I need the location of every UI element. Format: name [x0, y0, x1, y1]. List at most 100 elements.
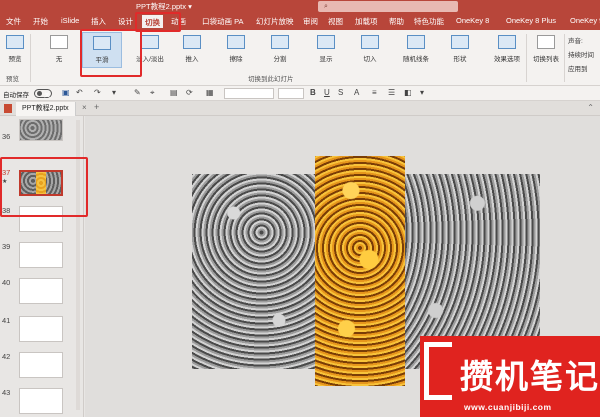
highlight-box-morph	[80, 29, 142, 77]
title-bar: PPT教程2.pptx ▾ ⌕	[0, 0, 600, 13]
sound-label[interactable]: 声音:	[568, 35, 583, 45]
save-icon[interactable]: ▣	[62, 88, 70, 97]
tab-onekey8[interactable]: OneKey 8	[456, 16, 489, 25]
effect-options-icon	[498, 35, 516, 49]
tab-design[interactable]: 设计	[118, 16, 133, 27]
ppt-file-icon	[4, 104, 12, 113]
format-painter-icon[interactable]: ✎	[134, 88, 141, 97]
watermark-logo-icon	[424, 342, 452, 400]
transition-random-bars[interactable]: 随机线条	[396, 35, 436, 63]
pick-icon[interactable]: ⌖	[150, 88, 155, 98]
window-title: PPT教程2.pptx ▾	[136, 2, 192, 11]
align-icon[interactable]: ≡	[372, 88, 377, 97]
shape-fill-icon[interactable]: ◧	[404, 88, 412, 97]
tab-insert[interactable]: 插入	[91, 16, 106, 27]
tab-addins[interactable]: 加载项	[355, 16, 378, 27]
preview-button[interactable]: 预览	[4, 35, 26, 63]
reveal-transition-icon	[317, 35, 335, 49]
refresh-icon[interactable]: ⟳	[186, 88, 193, 97]
tab-help[interactable]: 帮助	[389, 16, 404, 27]
undo-icon[interactable]: ↶	[76, 88, 83, 97]
slide-yellow-flowers-image[interactable]	[315, 156, 405, 386]
transition-split-label: 分割	[273, 56, 287, 63]
ribbon-tabs: 文件 开始 iSlide 插入 设计 切换 动画 口袋动画 PA 幻灯片放映 审…	[0, 13, 600, 30]
new-tab-icon[interactable]: +	[94, 102, 99, 112]
tab-pocket-animation[interactable]: 口袋动画 PA	[202, 16, 244, 27]
none-transition-icon	[50, 35, 68, 49]
random-bars-icon	[407, 35, 425, 49]
font-color-icon[interactable]: A	[354, 88, 359, 97]
bold-icon[interactable]: B	[310, 88, 316, 97]
tab-features[interactable]: 特色功能	[414, 16, 444, 27]
separator	[30, 34, 31, 82]
tab-islide[interactable]: iSlide	[61, 16, 79, 25]
slide-thumbnail-42[interactable]	[19, 352, 63, 378]
document-tab-bar: PPT教程2.pptx × + ⌃	[0, 101, 600, 116]
transition-cut[interactable]: 切入	[356, 35, 384, 63]
separator	[564, 34, 565, 82]
tab-file[interactable]: 文件	[6, 16, 21, 27]
watermark-text: 攒机笔记	[460, 357, 600, 396]
watermark: 攒机笔记 www.cuanjibiji.com	[420, 336, 600, 417]
preview-group-label: 预览	[6, 76, 19, 83]
tab-slideshow[interactable]: 幻灯片放映	[256, 16, 294, 27]
push-transition-icon	[183, 35, 201, 49]
effect-options-label: 效果选项	[494, 56, 520, 63]
transition-push[interactable]: 推入	[178, 35, 206, 63]
transition-random-bars-label: 随机线条	[403, 56, 429, 63]
duration-label[interactable]: 持续时间	[568, 49, 594, 59]
list-bullet-icon[interactable]: ☰	[388, 88, 395, 97]
autosave-state: 关	[44, 93, 51, 99]
shadow-icon[interactable]: S	[338, 88, 343, 97]
search-icon: ⌕	[324, 3, 328, 10]
document-tab[interactable]: PPT教程2.pptx	[16, 102, 76, 116]
tab-review[interactable]: 审阅	[303, 16, 318, 27]
transition-none-label: 无	[55, 56, 63, 63]
slide-thumbnail-43[interactable]	[19, 388, 63, 414]
more-icon[interactable]: ▾	[420, 88, 424, 97]
slide-thumbnail-40[interactable]	[19, 278, 63, 304]
slide-thumbnail-36[interactable]	[19, 119, 63, 141]
highlight-box-transitions-tab	[135, 12, 181, 32]
redo-icon[interactable]: ↷	[94, 88, 101, 97]
transition-none[interactable]: 无	[44, 35, 74, 63]
split-transition-icon	[271, 35, 289, 49]
watermark-url: www.cuanjibiji.com	[464, 402, 552, 412]
tab-view[interactable]: 视图	[328, 16, 343, 27]
cut-transition-icon	[361, 35, 379, 49]
underline-icon[interactable]: U	[324, 88, 330, 97]
transition-split[interactable]: 分割	[266, 35, 294, 63]
search-box[interactable]: ⌕	[318, 1, 458, 12]
tab-onekey8plus[interactable]: OneKey 8 Plus	[506, 16, 556, 25]
fade-transition-icon	[141, 35, 159, 49]
tab-home[interactable]: 开始	[33, 16, 48, 27]
effect-options-button[interactable]: 效果选项	[490, 35, 524, 63]
slide-number: 41	[2, 316, 11, 325]
table-icon[interactable]: ▦	[206, 88, 214, 97]
slide-number: 43	[2, 388, 11, 397]
slide-number: 42	[2, 352, 11, 361]
autosave-label: 自动保存	[3, 92, 29, 99]
slide-thumbnail-39[interactable]	[19, 242, 63, 268]
apply-to-all-label[interactable]: 应用到	[568, 63, 588, 73]
customize-icon[interactable]: ▾	[112, 88, 116, 97]
preview-icon	[6, 35, 24, 49]
transition-reveal-label: 显示	[319, 56, 333, 63]
tab-onekey9[interactable]: OneKey 9	[570, 16, 600, 25]
font-name-box[interactable]	[224, 88, 274, 99]
collapse-icon[interactable]: ⌃	[587, 103, 594, 112]
transition-wipe-label: 擦除	[229, 56, 243, 63]
slide-thumbnail-41[interactable]	[19, 316, 63, 342]
close-tab-icon[interactable]: ×	[82, 103, 87, 112]
switch-list-button[interactable]: 切换列表	[530, 35, 562, 63]
transition-reveal[interactable]: 显示	[312, 35, 340, 63]
transition-shape[interactable]: 形状	[446, 35, 474, 63]
transition-wipe[interactable]: 擦除	[222, 35, 250, 63]
slide-number: 40	[2, 278, 11, 287]
slide-number: 36	[2, 132, 11, 141]
switch-list-label: 切换列表	[533, 56, 559, 63]
transition-push-label: 推入	[185, 56, 199, 63]
image-icon[interactable]: ▤	[170, 88, 178, 97]
font-size-box[interactable]	[278, 88, 304, 99]
highlight-box-slide-37	[0, 157, 88, 217]
